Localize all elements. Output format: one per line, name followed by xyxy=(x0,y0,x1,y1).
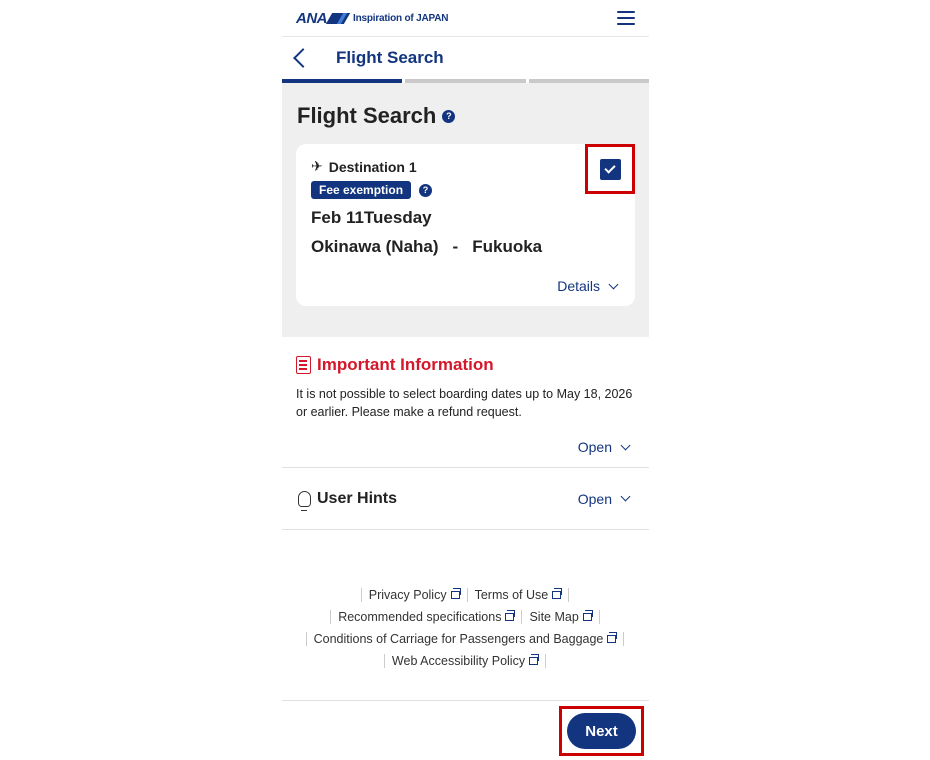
section-title: Flight Search ? xyxy=(297,103,635,129)
route-separator: - xyxy=(452,237,459,256)
privacy-policy-link[interactable]: Privacy Policy xyxy=(360,588,468,602)
info-text: It is not possible to select boarding da… xyxy=(296,387,633,419)
external-window-icon xyxy=(582,610,593,621)
page-header: Flight Search xyxy=(282,37,649,79)
user-hints: User Hints Open xyxy=(282,468,649,530)
page-title: Flight Search xyxy=(336,48,444,67)
info-title: Important Information xyxy=(296,355,635,375)
footer-links: Privacy Policy Terms of Use Recommended … xyxy=(282,588,649,668)
airplane-icon: ✈ xyxy=(311,158,323,174)
top-bar: ANA Inspiration of JAPAN xyxy=(282,0,649,37)
external-window-icon xyxy=(607,632,618,643)
back-arrow-icon[interactable] xyxy=(293,48,313,68)
terms-of-use-link[interactable]: Terms of Use xyxy=(466,588,570,602)
flight-search-section: Flight Search ? ✈ Destination 1 Fee exem… xyxy=(282,83,649,337)
app-screen: ANA Inspiration of JAPAN Flight Search F… xyxy=(282,0,649,760)
destination-heading: ✈ Destination 1 xyxy=(311,158,620,175)
external-window-icon xyxy=(505,610,516,621)
step-progress-bar xyxy=(282,79,649,83)
destination-label: Destination 1 xyxy=(328,158,417,175)
hamburger-menu-icon[interactable] xyxy=(617,11,635,25)
fee-exemption-badge: Fee exemption xyxy=(311,181,412,199)
flight-route: Okinawa (Naha) - Fukuoka xyxy=(311,237,620,257)
progress-step-3 xyxy=(528,79,649,83)
flight-date: Feb 11Tuesday xyxy=(311,208,432,227)
destination-card: ✈ Destination 1 Fee exemption ? Feb 11Tu… xyxy=(296,144,635,306)
checkmark-icon xyxy=(604,161,616,174)
lightbulb-icon xyxy=(298,490,311,511)
destination-airport: Fukuoka xyxy=(472,237,543,256)
logo-mark-icon xyxy=(325,12,351,24)
document-alert-icon xyxy=(296,356,311,374)
badge-help-icon[interactable]: ? xyxy=(419,183,433,197)
next-button[interactable]: Next xyxy=(567,713,636,749)
recommended-specifications-link[interactable]: Recommended specifications xyxy=(330,610,523,624)
hints-open-label: Open xyxy=(577,490,612,507)
checkbox-highlight xyxy=(585,144,635,194)
hints-title-text: User Hints xyxy=(317,489,398,507)
logo-text: ANA xyxy=(296,9,328,27)
destination-checkbox[interactable] xyxy=(599,158,621,180)
help-icon[interactable]: ? xyxy=(442,109,456,123)
bottom-action-bar: Next xyxy=(282,700,649,760)
details-label: Details xyxy=(557,278,600,294)
progress-step-2 xyxy=(405,79,526,83)
chevron-down-icon xyxy=(608,279,619,289)
section-title-text: Flight Search xyxy=(297,103,437,128)
progress-step-1 xyxy=(282,79,403,83)
external-window-icon xyxy=(450,588,461,599)
info-title-text: Important Information xyxy=(317,355,494,374)
hints-title: User Hints xyxy=(298,489,398,511)
next-button-highlight: Next xyxy=(559,706,644,756)
info-open-toggle[interactable]: Open xyxy=(296,439,635,455)
site-map-link[interactable]: Site Map xyxy=(521,610,600,624)
web-accessibility-policy-link[interactable]: Web Accessibility Policy xyxy=(383,654,547,668)
origin-airport: Okinawa (Naha) xyxy=(311,237,439,256)
logo-tagline: Inspiration of JAPAN xyxy=(353,12,449,24)
info-open-label: Open xyxy=(577,439,612,455)
chevron-down-icon xyxy=(620,491,631,502)
chevron-down-icon xyxy=(620,440,631,450)
conditions-of-carriage-link[interactable]: Conditions of Carriage for Passengers an… xyxy=(305,632,625,646)
brand-logo[interactable]: ANA Inspiration of JAPAN xyxy=(296,10,448,27)
important-information: Important Information It is not possible… xyxy=(282,337,649,468)
hints-open-toggle[interactable]: Open xyxy=(578,491,635,507)
badge-row: Fee exemption ? xyxy=(311,181,620,199)
external-window-icon xyxy=(529,654,540,665)
external-window-icon xyxy=(552,588,563,599)
details-toggle[interactable]: Details xyxy=(557,278,619,294)
